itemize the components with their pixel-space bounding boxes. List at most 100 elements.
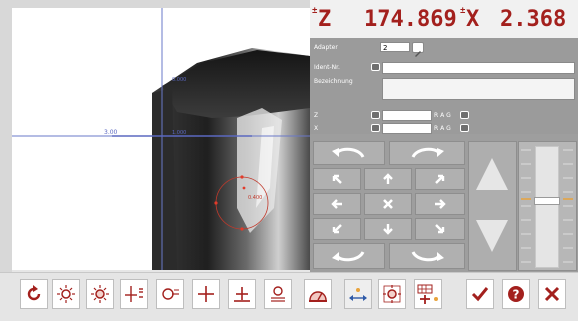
z-down-button[interactable] — [471, 206, 512, 266]
reset-button[interactable] — [20, 279, 48, 309]
light-1-button[interactable] — [52, 279, 80, 309]
triangle-up-icon — [475, 158, 508, 190]
ident-label: Ident-Nr. — [314, 64, 340, 71]
close-button[interactable] — [538, 279, 566, 309]
check-icon — [471, 287, 489, 302]
jog-down-right-button[interactable] — [415, 218, 465, 240]
add-table-button[interactable] — [414, 279, 442, 309]
jog-up-right-button[interactable] — [415, 168, 465, 190]
rotate-cw-button[interactable] — [389, 141, 465, 165]
tool-chamfer — [162, 50, 310, 118]
move-center-icon — [349, 288, 367, 301]
ident-checkbox[interactable] — [371, 63, 380, 71]
svg-text:?: ? — [513, 288, 520, 302]
x-value: 2.368 — [500, 7, 567, 32]
jog-stop-button[interactable] — [364, 193, 412, 215]
radius-point-top — [240, 175, 244, 179]
offset-crosshair-button[interactable] — [120, 279, 148, 309]
light-2-button[interactable] — [86, 279, 114, 309]
z-offset-label: Z — [314, 112, 319, 119]
z-up-button[interactable] — [471, 144, 512, 204]
x-offset-input[interactable] — [382, 123, 432, 134]
arrow-left-icon — [331, 199, 342, 209]
move-center-button[interactable] — [344, 279, 372, 309]
rotate-cw-lower-icon — [411, 251, 444, 262]
rotate-ccw-lower-icon — [332, 251, 365, 262]
arrow-down-right-icon — [435, 224, 445, 234]
speed-slider-handle[interactable] — [534, 197, 560, 205]
z-readout: ± Z 174.869 — [312, 4, 457, 36]
z-axis-letter: Z — [318, 7, 332, 32]
arrow-down-left-icon — [332, 224, 342, 234]
z-offset-unit: R A G — [434, 112, 451, 119]
dial-button[interactable] — [304, 279, 332, 309]
arrow-right-icon — [435, 199, 446, 209]
rotate-cw-lower-button[interactable] — [389, 243, 465, 269]
radius-point-bottom — [240, 227, 244, 231]
z-offset-option[interactable] — [460, 111, 469, 119]
edit-icon — [415, 51, 421, 57]
position-readout: ± Z 174.869 ± X 2.368 — [310, 0, 578, 39]
crosshair-button[interactable] — [192, 279, 220, 309]
speed-slider-track[interactable] — [534, 146, 560, 268]
rotate-ccw-lower-button[interactable] — [313, 243, 385, 269]
bezeichnung-label: Bezeichnung — [314, 78, 353, 85]
radius-point-left — [214, 201, 218, 205]
z-offset-checkbox[interactable] — [371, 111, 380, 119]
close-icon — [544, 286, 560, 302]
speed-slider-frame — [518, 141, 577, 271]
jog-up-left-button[interactable] — [313, 168, 361, 190]
triangle-down-icon — [475, 220, 508, 252]
circle-measure-icon — [162, 288, 179, 300]
rotate-ccw-icon — [332, 147, 365, 158]
crosshair-offset-icon — [125, 286, 143, 302]
control-panel: ± Z 174.869 ± X 2.368 Adapter 2 Ident-Nr… — [310, 0, 578, 272]
mark-z-label: 0.000 — [172, 77, 186, 83]
add-table-icon — [417, 284, 438, 304]
help-button[interactable]: ? — [502, 279, 530, 309]
z-offset-input[interactable] — [382, 110, 432, 121]
x-sign-icon: ± — [460, 6, 466, 16]
z-value: 174.869 — [364, 7, 457, 32]
probe-icon — [271, 286, 285, 302]
confirm-button[interactable] — [466, 279, 494, 309]
mark-r2-label: 0.400 — [248, 195, 262, 201]
adapter-picker-button[interactable] — [412, 42, 424, 57]
jog-right-button[interactable] — [415, 193, 465, 215]
ident-input[interactable] — [382, 62, 575, 74]
light-icon — [383, 285, 401, 303]
camera-view[interactable]: 0.000 3.00 1.000 0.400 — [12, 8, 310, 270]
tool-data-form: Adapter 2 Ident-Nr. Bezeichnung Z R A G … — [310, 38, 578, 134]
tool-align-button[interactable] — [228, 279, 256, 309]
jog-up-button[interactable] — [364, 168, 412, 190]
adapter-label: Adapter — [314, 44, 338, 51]
arrow-up-left-icon — [332, 174, 342, 184]
bezeichnung-input[interactable] — [382, 78, 575, 100]
x-offset-unit: R A G — [434, 125, 451, 132]
jog-down-left-button[interactable] — [313, 218, 361, 240]
mark-r-label: 1.000 — [172, 130, 186, 136]
z-sign-icon: ± — [312, 6, 318, 16]
jog-left-button[interactable] — [313, 193, 361, 215]
application-window: 0.000 3.00 1.000 0.400 ± Z 174.869 ± X 2… — [0, 0, 578, 321]
x-readout: ± X 2.368 — [460, 4, 576, 36]
adapter-select[interactable]: 2 — [380, 42, 410, 52]
z-jog-pad — [468, 141, 517, 271]
light-3-button[interactable] — [378, 279, 406, 309]
circle-measure-button[interactable] — [156, 279, 184, 309]
crosshair-icon — [198, 286, 214, 302]
sun-icon — [91, 285, 109, 303]
rotate-ccw-button[interactable] — [313, 141, 385, 165]
x-offset-label: X — [314, 125, 319, 132]
x-offset-checkbox[interactable] — [371, 124, 380, 132]
tool-align-icon — [234, 287, 250, 302]
camera-image: 0.000 3.00 1.000 0.400 — [12, 8, 310, 270]
probe-button[interactable] — [264, 279, 292, 309]
x-axis-letter: X — [466, 7, 480, 32]
sun-icon — [57, 285, 75, 303]
jog-down-button[interactable] — [364, 218, 412, 240]
bottom-toolbar: ? — [0, 272, 578, 321]
help-icon: ? — [508, 286, 524, 302]
dial-icon — [309, 291, 327, 302]
x-offset-option[interactable] — [460, 124, 469, 132]
